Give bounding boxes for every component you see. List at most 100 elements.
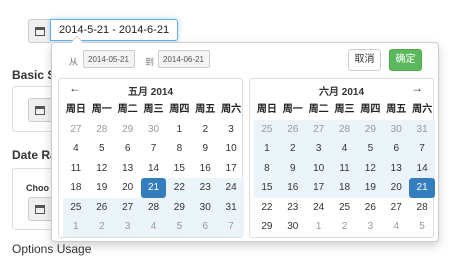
day-cell[interactable]: 2 — [332, 217, 358, 237]
day-cell[interactable]: 28 — [140, 197, 167, 217]
month-title: 五月 2014 — [127, 87, 174, 98]
day-cell[interactable]: 1 — [306, 217, 332, 237]
day-cell[interactable]: 17 — [305, 178, 332, 198]
day-cell[interactable]: 25 — [63, 197, 89, 217]
day-cell[interactable]: 23 — [280, 198, 306, 218]
weekday-label: 周二 — [308, 104, 329, 115]
day-cell[interactable]: 12 — [357, 158, 384, 178]
ok-button[interactable]: 确定 — [389, 49, 422, 71]
day-cell[interactable]: 20 — [383, 178, 410, 198]
day-cell[interactable]: 29 — [254, 217, 280, 237]
day-cell[interactable]: 7 — [218, 217, 245, 237]
day-cell[interactable]: 23 — [192, 178, 219, 198]
day-cell[interactable]: 19 — [357, 178, 384, 198]
day-cell[interactable]: 26 — [357, 198, 383, 218]
day-cell[interactable]: 3 — [218, 120, 244, 140]
day-cell[interactable]: 14 — [409, 158, 436, 178]
day-cell[interactable]: 2 — [88, 217, 115, 237]
selected-day-cell[interactable]: 21 — [140, 178, 167, 198]
day-cell[interactable]: 5 — [409, 217, 435, 237]
day-cell[interactable]: 7 — [409, 139, 436, 159]
day-cell[interactable]: 16 — [279, 178, 306, 198]
day-cell[interactable]: 17 — [218, 159, 244, 179]
day-cell[interactable]: 19 — [89, 178, 115, 198]
day-cell[interactable]: 16 — [192, 159, 218, 179]
top-calendar-addon[interactable] — [28, 19, 51, 43]
day-cell[interactable]: 22 — [166, 178, 193, 198]
day-cell[interactable]: 2 — [192, 120, 218, 140]
basic-calendar-addon[interactable] — [28, 98, 51, 122]
weekday-label: 周日 — [65, 104, 86, 115]
day-cell[interactable]: 6 — [192, 217, 219, 237]
day-cell[interactable]: 15 — [166, 159, 192, 179]
day-cell[interactable]: 9 — [192, 139, 218, 159]
day-cell[interactable]: 4 — [63, 139, 89, 159]
day-cell[interactable]: 11 — [331, 158, 358, 178]
to-date-field[interactable]: 2014-06-21 — [158, 50, 210, 68]
day-cell[interactable]: 29 — [166, 197, 193, 217]
day-cell[interactable]: 18 — [331, 178, 358, 198]
day-cell[interactable]: 31 — [218, 197, 245, 217]
day-cell[interactable]: 10 — [218, 139, 244, 159]
day-cell[interactable]: 5 — [166, 217, 193, 237]
day-cell[interactable]: 8 — [166, 139, 192, 159]
day-cell[interactable]: 8 — [254, 158, 280, 178]
from-date-field[interactable]: 2014-05-21 — [83, 50, 135, 68]
choose-calendar-addon[interactable] — [28, 197, 51, 221]
weekday-label: 周二 — [117, 104, 138, 115]
day-cell[interactable]: 5 — [89, 139, 115, 159]
day-cell[interactable]: 5 — [357, 139, 384, 159]
day-cell[interactable]: 25 — [254, 119, 280, 139]
day-cell[interactable]: 30 — [192, 197, 219, 217]
day-cell[interactable]: 3 — [357, 217, 383, 237]
cancel-button[interactable]: 取消 — [348, 49, 381, 71]
day-cell[interactable]: 30 — [383, 119, 410, 139]
day-cell[interactable]: 27 — [305, 119, 332, 139]
day-cell[interactable]: 3 — [305, 139, 332, 159]
day-cell[interactable]: 26 — [88, 197, 115, 217]
day-cell[interactable]: 29 — [115, 120, 141, 140]
day-cell[interactable]: 1 — [166, 120, 192, 140]
to-label: 到 — [145, 57, 155, 67]
day-cell[interactable]: 6 — [115, 139, 141, 159]
weekday-label: 周三 — [143, 104, 164, 115]
day-cell[interactable]: 2 — [279, 139, 306, 159]
day-cell[interactable]: 4 — [383, 217, 409, 237]
day-cell[interactable]: 20 — [115, 178, 141, 198]
day-cell[interactable]: 26 — [279, 119, 306, 139]
day-cell[interactable]: 15 — [254, 178, 280, 198]
day-cell[interactable]: 27 — [114, 197, 141, 217]
day-cell[interactable]: 28 — [89, 120, 115, 140]
day-cell[interactable]: 27 — [63, 120, 89, 140]
day-cell[interactable]: 30 — [141, 120, 167, 140]
day-cell[interactable]: 1 — [63, 217, 89, 237]
day-cell[interactable]: 4 — [331, 139, 358, 159]
day-cell[interactable]: 11 — [63, 159, 89, 179]
day-cell[interactable]: 27 — [383, 198, 409, 218]
day-cell[interactable]: 13 — [115, 159, 141, 179]
day-cell[interactable]: 10 — [305, 158, 332, 178]
day-grid: 周日 周一 周二 周三 周四 周五 周六 25 26 27 28 29 30 31 1 2 3 4 5 6 7 8 9 10 1… — [254, 100, 436, 237]
selected-day-cell[interactable]: 21 — [409, 178, 436, 198]
day-cell[interactable]: 1 — [254, 139, 280, 159]
day-cell[interactable]: 29 — [357, 119, 384, 139]
day-cell[interactable]: 25 — [332, 198, 358, 218]
day-cell[interactable]: 7 — [141, 139, 167, 159]
day-cell[interactable]: 31 — [409, 119, 436, 139]
day-cell[interactable]: 28 — [409, 198, 435, 218]
day-cell[interactable]: 6 — [383, 139, 410, 159]
day-cell[interactable]: 28 — [331, 119, 358, 139]
day-cell[interactable]: 30 — [280, 217, 306, 237]
next-month-arrow-icon[interactable]: → — [411, 81, 423, 95]
day-cell[interactable]: 9 — [279, 158, 306, 178]
day-cell[interactable]: 18 — [63, 178, 89, 198]
day-cell[interactable]: 24 — [218, 178, 245, 198]
day-cell[interactable]: 22 — [254, 198, 280, 218]
day-cell[interactable]: 3 — [114, 217, 141, 237]
day-cell[interactable]: 4 — [140, 217, 167, 237]
day-cell[interactable]: 24 — [306, 198, 332, 218]
day-cell[interactable]: 14 — [141, 159, 167, 179]
day-cell[interactable]: 12 — [89, 159, 115, 179]
day-cell[interactable]: 13 — [383, 158, 410, 178]
weekday-label: 周三 — [334, 104, 355, 115]
